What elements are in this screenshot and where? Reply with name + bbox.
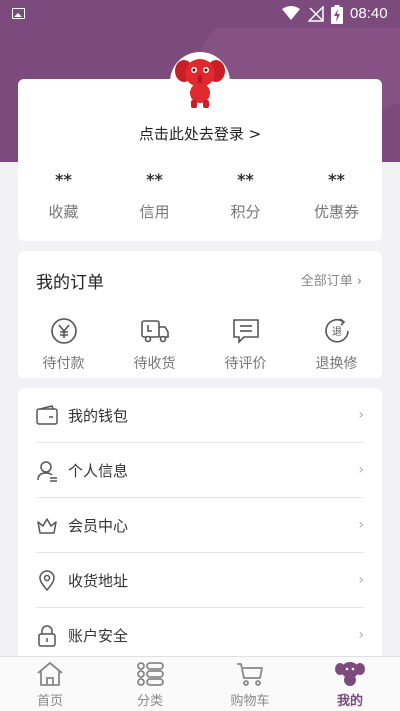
chevron-right-icon: ›	[356, 274, 362, 289]
chevron-right-icon: ›	[358, 517, 364, 533]
stat-label: 积分	[230, 203, 261, 221]
login-link[interactable]: 点击此处去登录 >	[18, 123, 382, 144]
stat-value: **	[237, 170, 254, 189]
menu-item-label: 账户安全	[68, 627, 129, 645]
menu-item-label: 个人信息	[68, 462, 129, 480]
truck-icon	[140, 320, 169, 343]
menu-item-label: 收货地址	[68, 572, 129, 590]
stat-points[interactable]: ** 积分	[200, 169, 291, 222]
signal-icon	[308, 6, 324, 22]
order-status-label: 待评价	[224, 356, 267, 372]
menu-item-wallet[interactable]: 我的钱包 ›	[36, 388, 364, 443]
menu-list: 我的钱包 › 个人信息 › 会员中心 › 收货地址 › 账户安全 ›	[18, 388, 382, 658]
avatar[interactable]	[170, 52, 230, 112]
image-notification-icon	[12, 8, 25, 19]
all-orders-label: 全部订单	[300, 274, 353, 289]
menu-item-personal-info[interactable]: 个人信息 ›	[36, 443, 364, 498]
yen-icon	[50, 318, 77, 344]
stat-label: 优惠券	[313, 203, 359, 221]
comment-icon	[232, 319, 259, 344]
profile-stats: ** 收藏 ** 信用 ** 积分 ** 优惠券	[18, 169, 382, 222]
stat-credit[interactable]: ** 信用	[109, 169, 200, 222]
status-bar: 08:40	[0, 0, 400, 28]
tab-mine[interactable]: 我的	[300, 657, 400, 711]
stat-label: 收藏	[48, 203, 79, 221]
order-status-label: 待收货	[133, 356, 176, 372]
wallet-icon	[36, 405, 58, 425]
order-pending-review[interactable]: 待评价	[200, 317, 291, 373]
orders-card: 我的订单 全部订单 › 待付款 待收货 待评价 退 退换修	[18, 251, 382, 378]
stat-value: **	[146, 170, 163, 189]
menu-item-label: 会员中心	[68, 517, 129, 535]
tab-home[interactable]: 首页	[0, 657, 100, 711]
stat-label: 信用	[139, 203, 170, 221]
tab-label: 我的	[336, 694, 363, 709]
battery-icon	[331, 5, 343, 24]
mascot-avatar-icon	[175, 59, 225, 108]
chevron-right-icon: ›	[358, 627, 364, 643]
order-status-list: 待付款 待收货 待评价 退 退换修	[18, 317, 382, 373]
person-icon	[37, 461, 57, 482]
mascot-icon	[335, 662, 365, 686]
tab-category[interactable]: 分类	[100, 657, 200, 711]
orders-title: 我的订单	[36, 273, 104, 293]
tab-label: 分类	[136, 694, 163, 709]
lock-icon	[38, 625, 56, 647]
return-icon: 退	[324, 318, 349, 343]
crown-icon	[37, 518, 57, 534]
menu-item-account-security[interactable]: 账户安全 ›	[36, 608, 364, 658]
stat-value: **	[328, 170, 345, 189]
tab-cart[interactable]: 购物车	[200, 657, 300, 711]
stat-coupons[interactable]: ** 优惠券	[291, 169, 382, 222]
menu-item-label: 我的钱包	[68, 407, 129, 425]
chevron-right-icon: ›	[358, 572, 364, 588]
order-status-label: 待付款	[42, 356, 85, 372]
menu-item-membership[interactable]: 会员中心 ›	[36, 498, 364, 553]
bottom-tab-bar: 首页 分类 购物车 我的	[0, 656, 400, 711]
stat-favorites[interactable]: ** 收藏	[18, 169, 109, 222]
clock-time: 08:40	[350, 5, 388, 22]
menu-item-address[interactable]: 收货地址 ›	[36, 553, 364, 608]
svg-text:退: 退	[332, 326, 342, 338]
home-icon	[37, 662, 63, 686]
order-pending-receipt[interactable]: 待收货	[109, 317, 200, 373]
order-returns[interactable]: 退 退换修	[291, 317, 382, 373]
cart-icon	[237, 663, 263, 686]
order-pending-payment[interactable]: 待付款	[18, 317, 109, 373]
order-status-label: 退换修	[315, 356, 358, 372]
wifi-icon	[282, 6, 300, 20]
all-orders-link[interactable]: 全部订单 ›	[301, 270, 362, 289]
category-icon	[137, 662, 164, 686]
chevron-right-icon: ›	[358, 407, 364, 423]
tab-label: 购物车	[230, 694, 270, 709]
chevron-right-icon: ›	[358, 462, 364, 478]
stat-value: **	[55, 170, 72, 189]
tab-label: 首页	[36, 694, 63, 709]
location-icon	[39, 570, 55, 592]
